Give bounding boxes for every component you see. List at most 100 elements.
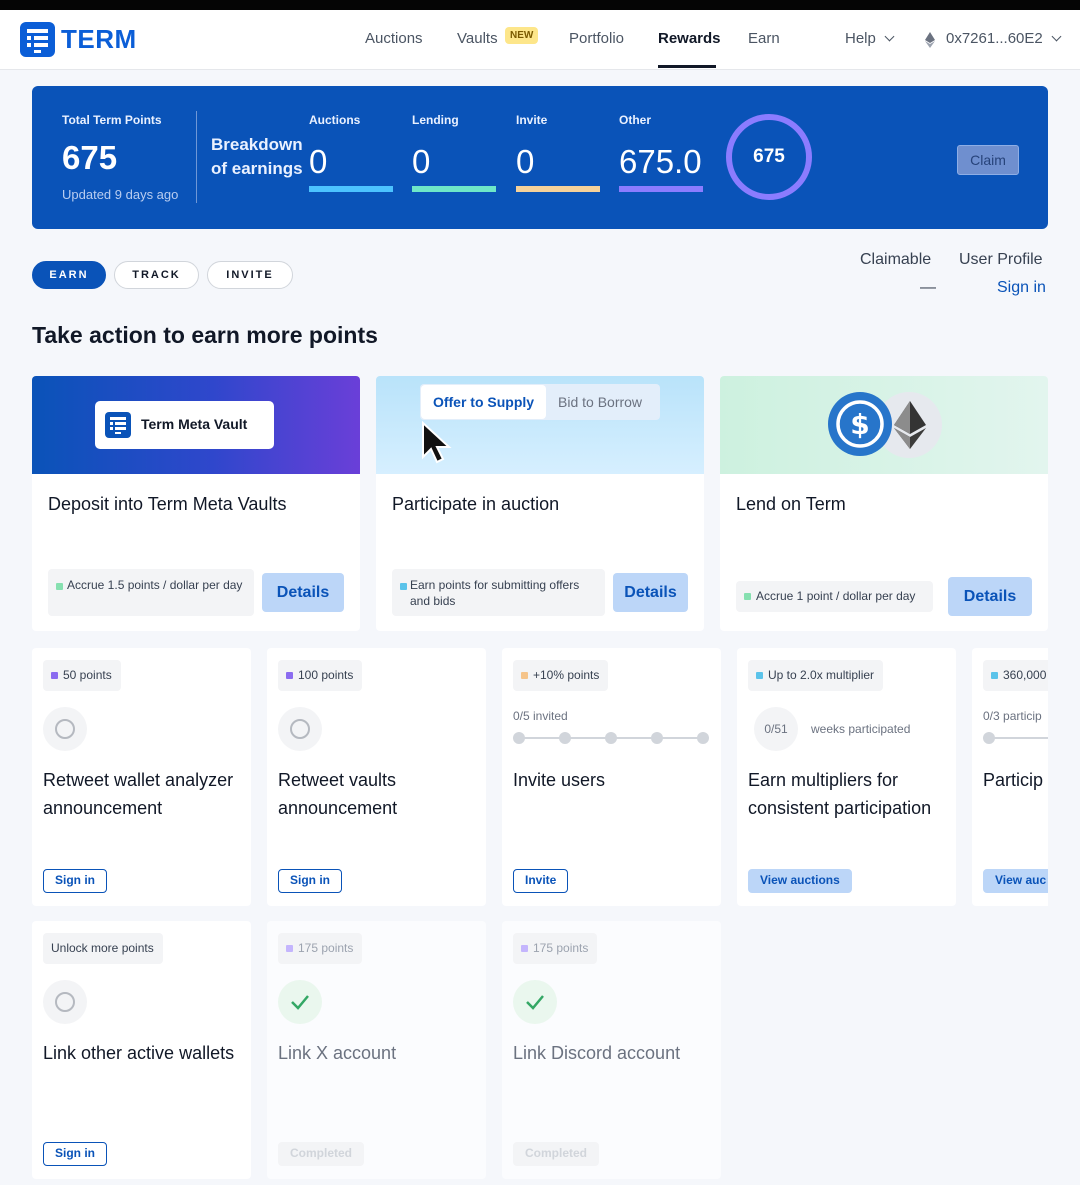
breakdown-line-1: Breakdown — [211, 135, 303, 154]
chevron-down-icon — [884, 31, 895, 42]
view-auctions-button[interactable]: View auctions — [748, 869, 852, 893]
points-badge: +10% points — [513, 660, 609, 691]
badge-text: Up to 2.0x multiplier — [768, 668, 875, 682]
term-logo-icon — [20, 22, 55, 57]
check-icon — [513, 980, 557, 1024]
nav-earn[interactable]: Earn — [748, 30, 780, 47]
badge-text: 100 points — [298, 668, 354, 682]
lend-info-chip: Accrue 1 point / dollar per day — [736, 581, 933, 612]
task-card-participate-auctions: 360,000 0/3 particip Particip auction Vi… — [972, 648, 1048, 906]
lending-value: 0 — [412, 143, 431, 180]
tab-earn[interactable]: EARN — [32, 261, 106, 289]
lend-card-title: Lend on Term — [736, 494, 846, 514]
claim-button[interactable]: Claim — [957, 145, 1019, 175]
vault-hero-label: Term Meta Vault — [141, 416, 248, 432]
invite-progress-label: 0/5 invited — [513, 709, 568, 723]
chevron-down-icon — [1051, 31, 1062, 42]
sign-in-button[interactable]: Sign in — [278, 869, 342, 893]
tab-track[interactable]: TRACK — [114, 261, 199, 289]
ethereum-icon — [925, 32, 935, 48]
auction-card-title: Participate in auction — [392, 494, 560, 514]
task-card-link-wallets: Unlock more points Link other active wal… — [32, 921, 251, 1179]
breakdown-line-2: of earnings — [211, 159, 303, 178]
task-card-link-discord: 175 points Link Discord account Complete… — [502, 921, 721, 1179]
brand-logo[interactable]: TERM — [20, 22, 137, 57]
other-bar — [619, 186, 703, 192]
other-value: 675.0 — [619, 143, 702, 180]
auction-card: Offer to Supply Bid to Borrow Participat… — [376, 376, 704, 631]
invite-label: Invite — [516, 113, 548, 127]
user-profile-label: User Profile — [959, 251, 1043, 268]
points-badge: 360,000 — [983, 660, 1048, 691]
auctions-label: Auctions — [309, 113, 361, 127]
sign-in-button[interactable]: Sign in — [43, 869, 107, 893]
nav-portfolio[interactable]: Portfolio — [569, 30, 624, 47]
lending-bar — [412, 186, 496, 192]
wallet-menu[interactable]: 0x7261...60E2 — [946, 30, 1062, 47]
view-auctions-button[interactable]: View auc — [983, 869, 1048, 893]
wallet-address: 0x7261...60E2 — [946, 30, 1043, 47]
task-card-retweet-vaults: 100 points Retweet vaults announcement S… — [267, 648, 486, 906]
badge-text: 50 points — [63, 668, 112, 682]
claimable-value: — — [920, 279, 936, 296]
badge-dot — [51, 672, 58, 679]
vault-hero-tile: Term Meta Vault — [95, 401, 274, 449]
auction-chip-text: Earn points for submitting offers and bi… — [410, 578, 580, 608]
vault-details-button[interactable]: Details — [262, 573, 344, 612]
badge-text: 175 points — [298, 941, 354, 955]
claimable-label: Claimable — [860, 251, 932, 268]
help-menu[interactable]: Help — [845, 30, 895, 47]
updated-text: Updated 9 days ago — [62, 187, 179, 202]
status-strip — [0, 0, 1080, 10]
invite-button[interactable]: Invite — [513, 869, 569, 893]
auctions-bar — [309, 186, 393, 192]
badge-text: +10% points — [533, 668, 600, 682]
weeks-counter-value: 0/51 — [764, 722, 788, 736]
sign-in-link[interactable]: Sign in — [997, 279, 1046, 297]
active-tab-underline — [658, 65, 716, 68]
other-label: Other — [619, 113, 652, 127]
progress-step — [983, 732, 995, 744]
invite-bar — [516, 186, 600, 192]
nav-rewards[interactable]: Rewards — [658, 30, 721, 47]
task-title: Retweet vaults announcement — [278, 770, 398, 818]
cursor-icon — [422, 420, 452, 464]
offer-supply-tab: Offer to Supply — [421, 385, 546, 419]
completed-button: Completed — [513, 1142, 600, 1166]
badge-dot — [286, 672, 293, 679]
task-card-retweet-wallet: 50 points Retweet wallet analyzer announ… — [32, 648, 251, 906]
banner-divider — [196, 111, 197, 203]
lend-chip-text: Accrue 1 point / dollar per day — [756, 589, 916, 603]
badge-dot — [521, 672, 528, 679]
sign-in-button[interactable]: Sign in — [43, 1142, 107, 1166]
auction-hero: Offer to Supply Bid to Borrow — [376, 376, 704, 474]
completed-button: Completed — [278, 1142, 365, 1166]
check-icon — [278, 980, 322, 1024]
lend-card: $ Lend on Term Accrue 1 point / dollar p… — [720, 376, 1048, 631]
chip-dot — [744, 593, 751, 600]
vault-chip-text: Accrue 1.5 points / dollar per day — [67, 578, 243, 592]
top-navigation: TERM Auctions Vaults NEW Portfolio Rewar… — [0, 10, 1080, 70]
badge-text: 360,000 — [1003, 668, 1047, 682]
badge-dot — [521, 945, 528, 952]
lending-label: Lending — [412, 113, 459, 127]
usdc-token-icon: $ — [828, 392, 892, 456]
task-title: Link other active wallets — [43, 1043, 235, 1063]
auctions-value: 0 — [309, 143, 328, 180]
nav-vaults[interactable]: Vaults — [457, 30, 498, 47]
section-title: Take action to earn more points — [32, 322, 378, 348]
tab-invite[interactable]: INVITE — [207, 261, 293, 289]
auction-details-button[interactable]: Details — [613, 573, 688, 612]
nav-auctions[interactable]: Auctions — [365, 30, 423, 47]
status-circle-icon — [43, 980, 87, 1024]
badge-dot — [756, 672, 763, 679]
progress-step — [697, 732, 709, 744]
vault-hero: Term Meta Vault — [32, 376, 360, 474]
status-circle-icon — [278, 707, 322, 751]
points-banner: Total Term Points 675 Updated 9 days ago… — [32, 86, 1048, 229]
task-card-clip: 360,000 0/3 particip Particip auction Vi… — [972, 648, 1048, 906]
weeks-counter: 0/51 — [754, 707, 798, 751]
progress-step — [651, 732, 663, 744]
lend-details-button[interactable]: Details — [948, 577, 1032, 616]
svg-text:$: $ — [850, 408, 869, 441]
